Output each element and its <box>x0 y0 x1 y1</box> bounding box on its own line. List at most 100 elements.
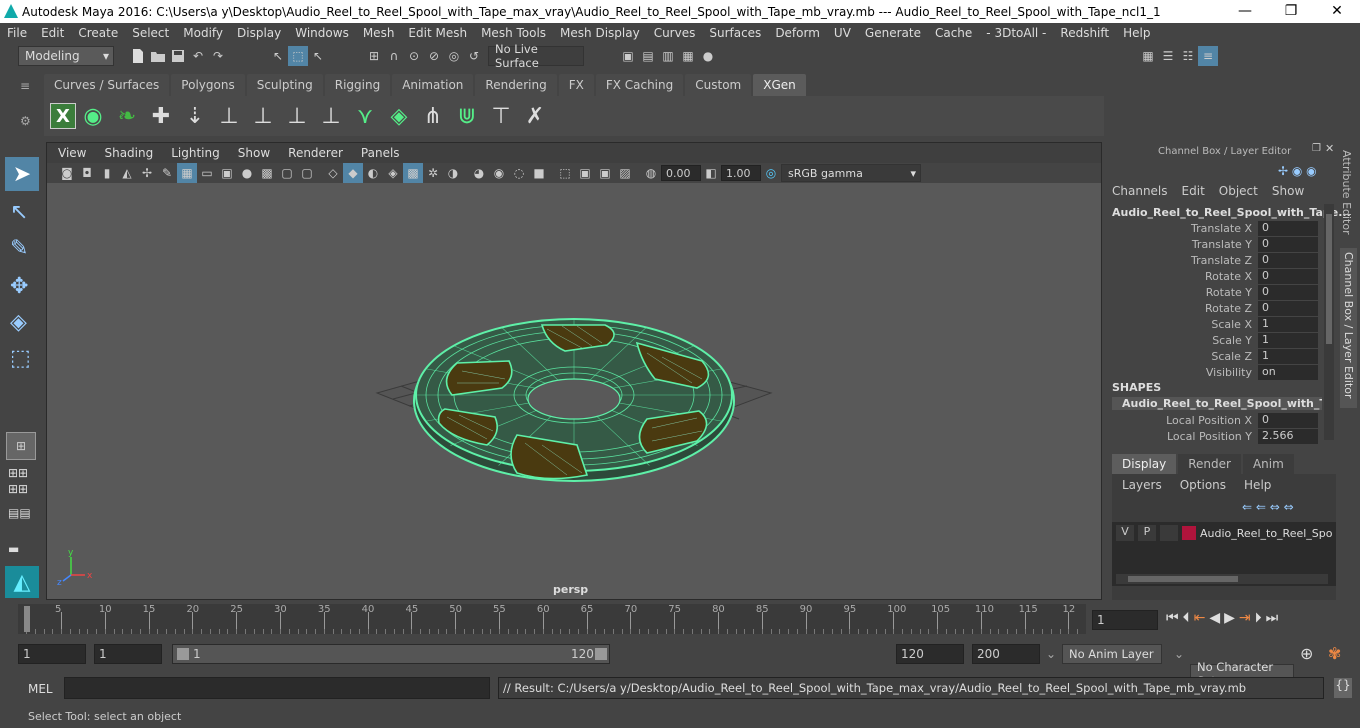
close-button[interactable]: ✕ <box>1314 0 1360 23</box>
textured-icon[interactable]: ◈ <box>383 163 403 183</box>
menu-curves[interactable]: Curves <box>647 26 703 40</box>
attribute-value[interactable]: 0 <box>1258 284 1318 300</box>
attribute-value[interactable]: on <box>1258 364 1318 380</box>
xray-joints-icon[interactable]: ▣ <box>575 163 595 183</box>
viewport-canvas[interactable]: y x z persp <box>47 183 1101 599</box>
go-to-end-icon[interactable]: ⏭ <box>1266 610 1279 626</box>
length-guide-icon[interactable]: ⊤ <box>484 99 518 133</box>
attribute-row[interactable]: Translate X 0 <box>1112 220 1318 236</box>
rotate-tool-icon[interactable]: ◈ <box>10 310 27 335</box>
lock-guide-icon[interactable]: ⊥ <box>314 99 348 133</box>
step-back-frame-icon[interactable]: ◀ <box>1209 610 1220 626</box>
attribute-row[interactable]: Rotate Y 0 <box>1112 284 1318 300</box>
layer-menu-help[interactable]: Help <box>1244 478 1271 492</box>
add-guide-icon[interactable]: ✚ <box>144 99 178 133</box>
delete-guide-icon[interactable]: ✗ <box>518 99 552 133</box>
workspace-icon[interactable]: ▦ <box>1138 46 1158 66</box>
start-time-field[interactable]: 1 <box>18 644 86 664</box>
end-time-field[interactable]: 120 <box>896 644 964 664</box>
comb-guide-icon[interactable]: ⋓ <box>450 99 484 133</box>
noise-guide-icon[interactable]: ⋔ <box>416 99 450 133</box>
safe-title-icon[interactable]: ▢ <box>297 163 317 183</box>
gamma-icon[interactable]: ◧ <box>701 163 721 183</box>
attribute-value[interactable]: 1 <box>1258 332 1318 348</box>
layout-timeline-icon[interactable]: ▬ <box>8 542 19 556</box>
select-component-icon[interactable]: ↖ <box>308 46 328 66</box>
toggle-channel-box-icon[interactable]: ≡ <box>1198 46 1218 66</box>
time-slider[interactable]: 1510152025303540455055606570758085909510… <box>18 604 1086 634</box>
attribute-row[interactable]: Translate Y 0 <box>1112 236 1318 252</box>
shelf-tab-fx[interactable]: FX <box>558 74 594 96</box>
attribute-value[interactable]: 0 <box>1258 300 1318 316</box>
place-guide-icon[interactable]: ⇣ <box>178 99 212 133</box>
shelf-menu-icon[interactable]: ≡ <box>20 79 30 93</box>
layer-tab-anim[interactable]: Anim <box>1242 454 1294 474</box>
select-tool-icon[interactable]: ➤ <box>5 157 39 191</box>
close-panel-icon[interactable]: ✕ <box>1325 142 1334 155</box>
film-gate-icon[interactable]: ▭ <box>197 163 217 183</box>
channel-menu-show[interactable]: Show <box>1272 184 1304 198</box>
attribute-row[interactable]: Translate Z 0 <box>1112 252 1318 268</box>
guide-pin-icon[interactable]: ⊥ <box>280 99 314 133</box>
field-chart-icon[interactable]: ▩ <box>257 163 277 183</box>
step-forward-key-icon[interactable]: ⏵ <box>1255 610 1262 626</box>
menu-file[interactable]: File <box>0 26 34 40</box>
current-frame-field[interactable]: 1 <box>1092 610 1158 630</box>
shelf-settings-icon[interactable]: ⚙ <box>20 114 31 128</box>
play-forward-icon[interactable]: ▶ <box>1224 610 1235 626</box>
menu-mesh-tools[interactable]: Mesh Tools <box>474 26 553 40</box>
single-pane-layout-icon[interactable]: ⊞ <box>6 432 36 460</box>
render-view-icon[interactable]: ▣ <box>618 46 638 66</box>
xgen-leaf-icon[interactable]: ❧ <box>110 99 144 133</box>
viewport-menu-panels[interactable]: Panels <box>352 146 409 160</box>
new-scene-icon[interactable] <box>128 46 148 66</box>
live-surface-field[interactable]: No Live Surface <box>488 42 584 70</box>
attribute-row[interactable]: Scale Z 1 <box>1112 348 1318 364</box>
2d-pan-icon[interactable]: ✢ <box>137 163 157 183</box>
layout-four-b-icon[interactable]: ⊞⊞ <box>8 482 28 496</box>
image-plane-icon[interactable]: ◭ <box>117 163 137 183</box>
exposure-field[interactable]: 0.00 <box>661 165 701 181</box>
xgen-preview-icon[interactable]: ◉ <box>76 99 110 133</box>
channel-menu-edit[interactable]: Edit <box>1182 184 1205 198</box>
range-end-handle[interactable] <box>595 648 607 660</box>
snap-curve-icon[interactable]: ∩ <box>384 46 404 66</box>
isolate-select-icon[interactable]: ⬚ <box>555 163 575 183</box>
sculpt-guide-icon[interactable]: ⊥ <box>246 99 280 133</box>
shape-name[interactable]: Audio_Reel_to_Reel_Spool_with_Tap... <box>1112 397 1322 410</box>
wire-on-shaded-icon[interactable]: ◐ <box>363 163 383 183</box>
lights-icon[interactable]: ✲ <box>423 163 443 183</box>
wireframe-icon[interactable]: ◇ <box>323 163 343 183</box>
viewport-menu-renderer[interactable]: Renderer <box>279 146 352 160</box>
layer-visibility-toggle[interactable]: V <box>1116 525 1134 541</box>
minimize-button[interactable]: — <box>1222 0 1268 23</box>
shelf-tab-curves-surfaces[interactable]: Curves / Surfaces <box>44 74 170 96</box>
menu-modify[interactable]: Modify <box>176 26 230 40</box>
render-frame-icon[interactable]: ▤ <box>638 46 658 66</box>
anim-start-field[interactable]: 1 <box>94 644 162 664</box>
shelf-tab-polygons[interactable]: Polygons <box>171 74 245 96</box>
prev-key-icon[interactable]: ⇤ <box>1194 610 1206 626</box>
snap-grid-icon[interactable]: ⊞ <box>364 46 384 66</box>
menu-select[interactable]: Select <box>125 26 176 40</box>
hypershade-icon[interactable]: ● <box>698 46 718 66</box>
undo-icon[interactable]: ↶ <box>188 46 208 66</box>
auto-key-icon[interactable]: ⊕ <box>1300 644 1313 663</box>
grass-icon[interactable]: ⋎ <box>348 99 382 133</box>
menu-cache[interactable]: Cache <box>928 26 979 40</box>
menu-surfaces[interactable]: Surfaces <box>702 26 768 40</box>
shadows-icon[interactable]: ◑ <box>443 163 463 183</box>
save-scene-icon[interactable] <box>168 46 188 66</box>
menu-mesh-display[interactable]: Mesh Display <box>553 26 647 40</box>
attribute-value[interactable]: 0 <box>1258 236 1318 252</box>
xray-icon[interactable]: ▩ <box>403 163 423 183</box>
channel-menu-channels[interactable]: Channels <box>1112 184 1168 198</box>
layer-tab-display[interactable]: Display <box>1112 454 1177 474</box>
guide-tool-icon[interactable]: ⊥ <box>212 99 246 133</box>
shelf-tab-animation[interactable]: Animation <box>392 74 474 96</box>
move-tool-icon[interactable]: ✥ <box>10 274 28 299</box>
command-input[interactable] <box>64 677 490 699</box>
attribute-value[interactable]: 1 <box>1258 348 1318 364</box>
viewport-menu-shading[interactable]: Shading <box>95 146 162 160</box>
menu-uv[interactable]: UV <box>827 26 858 40</box>
